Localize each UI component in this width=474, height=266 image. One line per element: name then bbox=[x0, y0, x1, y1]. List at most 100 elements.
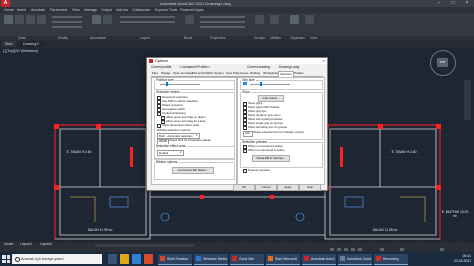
snap-toggle-icon[interactable] bbox=[337, 248, 341, 251]
room-label: E. TAVAN H:2.60 bbox=[66, 150, 92, 154]
taskbar-app[interactable]: AutoDesk Camera bbox=[338, 254, 372, 265]
pickbox-title: Pickbox size bbox=[155, 78, 175, 82]
osnap-toggle-icon[interactable] bbox=[358, 248, 362, 251]
taskbar-app[interactable]: Start Microsoft bbox=[266, 254, 300, 265]
tab-system[interactable]: System bbox=[213, 71, 225, 76]
help-button[interactable]: Help bbox=[299, 184, 321, 191]
dimension-tool-icon[interactable] bbox=[103, 15, 112, 24]
insert-block-icon[interactable] bbox=[185, 15, 194, 24]
taskbar-app-label: Slide Rotation bbox=[167, 257, 189, 261]
checkbox-bounding-box-groups[interactable] bbox=[243, 126, 248, 131]
cancel-button[interactable]: Cancel bbox=[255, 184, 277, 191]
window-title: Autodesk AutoCAD 2021 Drawing1.dwg bbox=[160, 1, 231, 6]
line-tool-icon[interactable] bbox=[4, 15, 13, 24]
search-placeholder: Aramak için buraya yazın bbox=[21, 257, 64, 261]
autocad-icon bbox=[149, 59, 153, 63]
selection-left-panel: Pickbox size Selection modes ✓ Noun/verb… bbox=[151, 77, 237, 185]
taskbar-app-label: Recording bbox=[383, 257, 399, 261]
viewport-controls[interactable]: [-][Top][2D Wireframe] bbox=[3, 49, 38, 53]
selection-right-panel: Grip size Grips Grip Colors... ✓ Show gr… bbox=[237, 77, 325, 185]
label-bounding-box-groups: Show bounding box on groups bbox=[248, 125, 288, 129]
annotation-scale-icon[interactable] bbox=[380, 248, 384, 251]
grip-size-slider[interactable] bbox=[250, 84, 290, 85]
grip-limit-input[interactable]: 100 bbox=[243, 131, 253, 137]
chrome-icon[interactable] bbox=[144, 254, 153, 264]
circle-tool-icon[interactable] bbox=[26, 15, 35, 24]
arc-tool-icon[interactable] bbox=[37, 15, 46, 24]
grid-toggle-icon[interactable] bbox=[330, 248, 334, 251]
group-icon[interactable] bbox=[255, 15, 264, 24]
tab-files[interactable]: Files bbox=[151, 71, 159, 76]
system-clock[interactable]: 00:41 03.04.2021 bbox=[454, 254, 471, 264]
checkbox-preview-no-command[interactable]: ✓ bbox=[243, 149, 248, 154]
base-view-icon[interactable] bbox=[305, 15, 314, 24]
close-icon[interactable]: × bbox=[460, 0, 474, 7]
selection-effect-color-dropdown[interactable]: Default ▼ bbox=[157, 150, 184, 156]
taskbar-app[interactable]: Gorst Win bbox=[230, 254, 264, 265]
label-property-preview: Property preview bbox=[248, 168, 270, 172]
properties-linetype[interactable] bbox=[200, 21, 245, 23]
workspace-gear-icon[interactable] bbox=[400, 248, 404, 251]
layer-tools[interactable] bbox=[120, 21, 175, 23]
pickbox-slider-thumb[interactable] bbox=[166, 82, 168, 86]
customize-icon[interactable] bbox=[440, 248, 444, 251]
ortho-toggle-icon[interactable] bbox=[344, 248, 348, 251]
minimize-icon[interactable]: – bbox=[432, 0, 446, 7]
viewcube[interactable]: TOP bbox=[430, 50, 456, 76]
properties-color[interactable] bbox=[200, 16, 245, 18]
polyline-tool-icon[interactable] bbox=[15, 15, 24, 24]
app-icon bbox=[268, 256, 273, 261]
selection-modes-title: Selection modes bbox=[155, 90, 181, 94]
tab-plot-and-publish[interactable]: Plot and Publish bbox=[191, 71, 214, 76]
modify-tools[interactable] bbox=[52, 16, 82, 18]
paste-icon[interactable] bbox=[290, 15, 299, 24]
edge-icon[interactable] bbox=[132, 254, 141, 264]
app-logo[interactable]: A bbox=[1, 0, 10, 7]
object-limit-label: Object limit for Properties palette bbox=[169, 138, 211, 142]
taskbar-app-label: Windows Media bbox=[203, 257, 227, 261]
ribbon-options-title: Ribbon options bbox=[155, 160, 179, 164]
tab-user-preferences[interactable]: User Preferences bbox=[225, 71, 250, 76]
visual-effect-settings-button[interactable]: Visual Effect Settings... bbox=[252, 155, 290, 162]
file-explorer-icon[interactable] bbox=[120, 254, 129, 264]
taskbar-app[interactable]: Recording bbox=[374, 254, 408, 265]
navigation-bar[interactable] bbox=[464, 80, 471, 120]
taskbar-app-label: Gorst Win bbox=[239, 257, 255, 261]
ok-button[interactable]: OK bbox=[233, 184, 255, 191]
app-icon bbox=[160, 256, 165, 261]
room-label: E. MUTFAK 10.20 m² bbox=[441, 210, 469, 218]
tab-profiles[interactable]: Profiles bbox=[293, 71, 305, 76]
viewcube-top-face[interactable]: TOP bbox=[437, 58, 448, 67]
modify-tools-row3[interactable] bbox=[52, 26, 82, 28]
apply-button[interactable]: Apply bbox=[277, 184, 299, 191]
taskbar-app[interactable]: Windows Media bbox=[194, 254, 228, 265]
windows-start-icon[interactable] bbox=[2, 255, 10, 263]
taskbar-search[interactable]: Aramak için buraya yazın bbox=[12, 254, 102, 264]
app-icon bbox=[340, 256, 345, 261]
grip-preview-icon bbox=[243, 82, 247, 85]
modify-tools-row2[interactable] bbox=[52, 21, 82, 23]
task-view-icon[interactable] bbox=[108, 254, 117, 264]
dialog-title-bar: Options × bbox=[147, 58, 327, 64]
app-icon bbox=[196, 256, 201, 261]
grip-limit-label: Object selection limit for display of gr… bbox=[253, 130, 304, 134]
contextual-tab-states-button[interactable]: Contextual Tab States... bbox=[172, 167, 214, 174]
maximize-icon[interactable]: □ bbox=[446, 0, 460, 7]
room-label: SALON 11.95 m² bbox=[87, 228, 113, 232]
taskbar-app-label: Autodesk AutoCAD bbox=[311, 257, 335, 261]
layer-dropdown[interactable] bbox=[120, 16, 175, 18]
clock-date: 03.04.2021 bbox=[454, 259, 471, 263]
room-label: E. TAVAN H:2.60 bbox=[391, 150, 417, 154]
tab-display[interactable]: Display bbox=[160, 71, 171, 76]
polar-toggle-icon[interactable] bbox=[351, 248, 355, 251]
properties-lineweight[interactable] bbox=[200, 26, 245, 28]
measure-icon[interactable] bbox=[270, 15, 279, 24]
taskbar-app[interactable]: Slide Rotation bbox=[158, 254, 192, 265]
grip-size-slider-thumb[interactable] bbox=[260, 82, 262, 86]
tab-drafting[interactable]: Drafting bbox=[249, 71, 261, 76]
dialog-close-icon[interactable]: × bbox=[323, 58, 325, 64]
taskbar-app-autocad[interactable]: Autodesk AutoCAD bbox=[302, 254, 336, 265]
text-tool-icon[interactable] bbox=[92, 15, 101, 24]
windows-taskbar: Aramak için buraya yazın Slide Rotation … bbox=[0, 252, 474, 266]
checkbox-property-preview[interactable]: ✓ bbox=[243, 169, 248, 174]
